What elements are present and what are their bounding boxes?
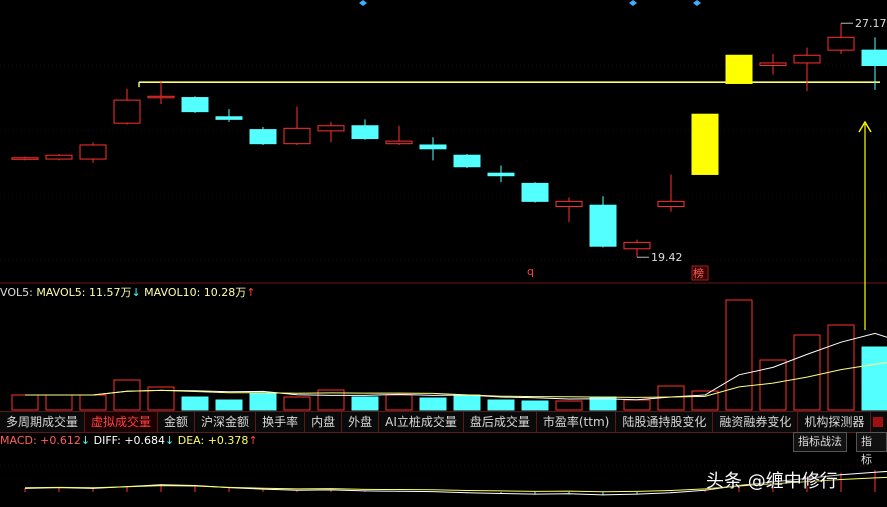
candle-body — [453, 154, 481, 168]
volume-bar — [385, 394, 413, 411]
candle-body — [861, 49, 887, 67]
tab-7[interactable]: AI立桩成交量 — [379, 412, 464, 432]
diff-label: DIFF: +0.684 — [93, 434, 166, 447]
volume-bar — [521, 400, 549, 411]
tab-11[interactable]: 融资融券变化 — [713, 412, 799, 432]
watermark: 头条 @缠中修行 — [706, 471, 838, 492]
candle-body — [793, 54, 821, 64]
candle-body — [385, 140, 413, 145]
indicator-button[interactable]: 指标 — [856, 432, 887, 466]
candle-body — [181, 97, 209, 113]
volume-bar — [181, 396, 209, 411]
tab-12[interactable]: 机构探测器 — [798, 412, 872, 432]
candle-body — [215, 116, 243, 120]
indicator-tab-bar: 多周期成交量 虚拟成交量 金额 沪深金额 换手率 内盘 外盘 AI立桩成交量 盘后成交量 市盈率(… — [0, 411, 887, 433]
indicator-strategy-button[interactable]: 指标战法 — [793, 432, 847, 452]
tab-0[interactable]: 多周期成交量 — [0, 412, 86, 432]
volume-bar — [249, 392, 277, 411]
volume-bar — [725, 299, 753, 411]
volume-bar — [79, 394, 107, 411]
tab-1[interactable]: 虚拟成交量 — [85, 412, 159, 432]
top-diamond-marker — [693, 0, 701, 6]
q-marker: q — [527, 265, 534, 278]
volume-bar — [861, 346, 887, 411]
volume-bar — [11, 394, 39, 411]
tab-2[interactable]: 金额 — [158, 412, 196, 432]
volume-bar — [215, 399, 243, 411]
volume-bar — [45, 394, 73, 411]
volume-bar — [419, 397, 447, 411]
candle-body — [317, 125, 345, 132]
tab-3[interactable]: 沪深金额 — [195, 412, 257, 432]
low-price-label: 19.42 — [651, 251, 683, 264]
candle-body — [351, 125, 379, 140]
tab-9[interactable]: 市盈率(ttm) — [537, 412, 617, 432]
volume-bar — [555, 400, 583, 411]
candle-body — [691, 113, 719, 175]
candle-body — [79, 144, 107, 160]
top-diamond-marker — [359, 0, 367, 6]
candle-body — [283, 127, 311, 145]
high-price-label: 27.17 — [855, 17, 887, 30]
tab-10[interactable]: 陆股通持股变化 — [616, 412, 714, 432]
candle-body — [657, 200, 685, 207]
mavol10-label: MAVOL10: 10.28万 — [144, 286, 247, 299]
candle-body — [419, 144, 447, 150]
candle-body — [147, 95, 175, 99]
volume-bar — [827, 324, 855, 411]
volume-bar — [113, 379, 141, 411]
candle-body — [113, 99, 141, 124]
candle-body — [487, 172, 515, 177]
mavol5-label: MAVOL5: 11.57万 — [36, 286, 132, 299]
tab-5[interactable]: 内盘 — [305, 412, 343, 432]
volume-bar — [453, 394, 481, 411]
tab-8[interactable]: 盘后成交量 — [464, 412, 537, 432]
candle-body — [249, 129, 277, 145]
candle-body — [623, 241, 651, 250]
candle-body — [521, 182, 549, 202]
volume-bar — [283, 396, 311, 411]
volume-indicator-labels: VOL5: MAVOL5: 11.57万↓ MAVOL10: 10.28万↑ — [0, 286, 256, 299]
candle-body — [11, 157, 39, 160]
volume-bar — [351, 396, 379, 411]
volume-bar — [623, 399, 651, 411]
candle-body — [827, 36, 855, 51]
volume-bar — [793, 334, 821, 411]
bang-marker: 榜 — [693, 266, 704, 280]
macd-indicator-labels: MACD: +0.612↓ DIFF: +0.684↓ DEA: +0.378↑ — [0, 434, 258, 447]
dea-label: DEA: +0.378 — [177, 434, 249, 447]
candle-body — [725, 54, 753, 84]
candle-body — [589, 204, 617, 247]
tab-6[interactable]: 外盘 — [342, 412, 380, 432]
candle-body — [555, 200, 583, 207]
tab-4[interactable]: 换手率 — [256, 412, 306, 432]
macd-label: MACD: +0.612 — [0, 434, 81, 447]
candle-body — [759, 62, 787, 67]
top-diamond-marker — [629, 0, 637, 6]
candle-body — [45, 154, 73, 160]
tab-more-icon[interactable] — [873, 417, 884, 427]
volume-bar — [487, 399, 515, 411]
